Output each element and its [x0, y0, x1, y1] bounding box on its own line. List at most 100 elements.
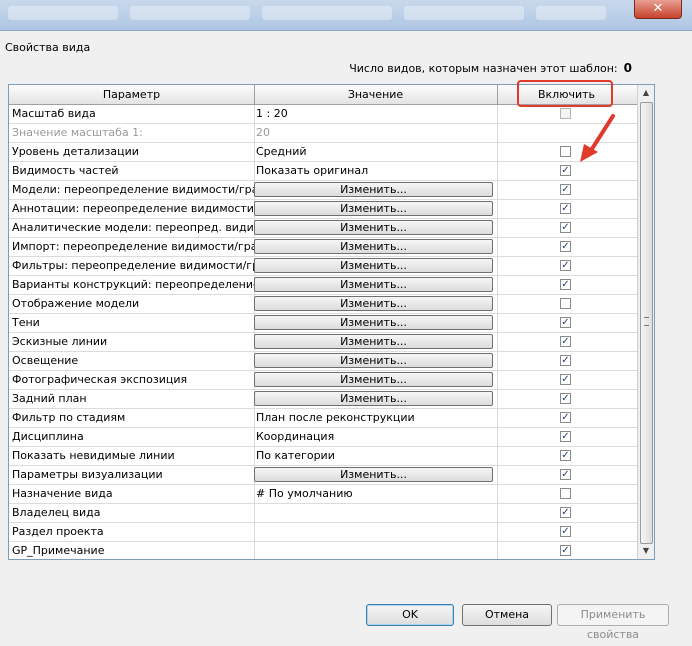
table-row[interactable]: Фильтр по стадиям План после реконструкци… — [9, 409, 637, 428]
include-checkbox[interactable] — [560, 108, 571, 119]
include-checkbox[interactable] — [560, 146, 571, 157]
value-cell[interactable] — [254, 523, 498, 541]
param-name: Эскизные линии — [9, 333, 255, 351]
edit-button[interactable]: Изменить... — [254, 296, 493, 311]
table-row[interactable]: Фильтры: переопределение видимости/гра Из… — [9, 257, 637, 276]
include-checkbox[interactable] — [560, 526, 571, 537]
table-row[interactable]: Задний план Изменить... — [9, 390, 637, 409]
include-cell — [498, 181, 637, 199]
include-checkbox[interactable] — [560, 488, 571, 499]
section-label: Свойства вида — [5, 41, 91, 54]
close-button[interactable]: ✕ — [634, 0, 682, 19]
include-checkbox[interactable] — [560, 393, 571, 404]
edit-button[interactable]: Изменить... — [254, 467, 493, 482]
ok-button[interactable]: OK — [366, 604, 454, 626]
param-name: Показать невидимые линии — [9, 447, 255, 465]
blurred-title-tab — [404, 6, 524, 20]
vertical-scrollbar[interactable]: ▲ ▼ — [637, 85, 654, 559]
include-checkbox[interactable] — [560, 298, 571, 309]
include-cell — [498, 466, 637, 484]
value-cell[interactable]: Показать оригинал — [254, 162, 498, 180]
edit-button[interactable]: Изменить... — [254, 391, 493, 406]
table-row[interactable]: Отображение модели Изменить... — [9, 295, 637, 314]
include-cell — [498, 523, 637, 541]
table-row[interactable]: Модели: переопределение видимости/гра Изм… — [9, 181, 637, 200]
param-name: Варианты конструкций: переопределение — [9, 276, 255, 294]
param-name: Аннотации: переопределение видимости/г — [9, 200, 255, 218]
include-cell — [498, 447, 637, 465]
table-row[interactable]: Аналитические модели: переопред. видим Из… — [9, 219, 637, 238]
table-row[interactable]: Параметры визуализации Изменить... — [9, 466, 637, 485]
views-count: Число видов, которым назначен этот шабло… — [349, 61, 632, 75]
include-checkbox[interactable] — [560, 260, 571, 271]
table-row[interactable]: Варианты конструкций: переопределение Изм… — [9, 276, 637, 295]
grip-icon — [644, 317, 649, 326]
annotation-highlight-box — [517, 80, 613, 107]
value-cell[interactable] — [254, 542, 498, 559]
cancel-button[interactable]: Отмена — [462, 604, 552, 626]
edit-button[interactable]: Изменить... — [254, 334, 493, 349]
include-checkbox[interactable] — [560, 241, 571, 252]
table-row[interactable]: Показать невидимые линии По категории — [9, 447, 637, 466]
edit-button[interactable]: Изменить... — [254, 220, 493, 235]
include-checkbox[interactable] — [560, 374, 571, 385]
value-cell[interactable]: Координация — [254, 428, 498, 446]
edit-button[interactable]: Изменить... — [254, 277, 493, 292]
table-row[interactable]: Освещение Изменить... — [9, 352, 637, 371]
edit-button[interactable]: Изменить... — [254, 239, 493, 254]
scroll-up-icon[interactable]: ▲ — [638, 85, 654, 101]
include-cell — [498, 276, 637, 294]
table-row[interactable]: Владелец вида — [9, 504, 637, 523]
table-row[interactable]: Масштаб вида 1 : 20 — [9, 105, 637, 124]
table-row[interactable]: Дисциплина Координация — [9, 428, 637, 447]
include-checkbox[interactable] — [560, 222, 571, 233]
edit-button[interactable]: Изменить... — [254, 258, 493, 273]
value-cell[interactable]: По категории — [254, 447, 498, 465]
param-name: Фильтры: переопределение видимости/гра — [9, 257, 255, 275]
param-name: Аналитические модели: переопред. видим — [9, 219, 255, 237]
table-row[interactable]: Раздел проекта — [9, 523, 637, 542]
include-checkbox[interactable] — [560, 507, 571, 518]
include-cell — [498, 314, 637, 332]
include-checkbox[interactable] — [560, 203, 571, 214]
edit-button[interactable]: Изменить... — [254, 372, 493, 387]
table-row[interactable]: Фотографическая экспозиция Изменить... — [9, 371, 637, 390]
param-name: Освещение — [9, 352, 255, 370]
table-row[interactable]: Значение масштаба 1: 20 — [9, 124, 637, 143]
table-row[interactable]: GP_Примечание — [9, 542, 637, 559]
value-cell[interactable]: # По умолчанию — [254, 485, 498, 503]
table-row[interactable]: Аннотации: переопределение видимости/г Из… — [9, 200, 637, 219]
include-cell — [498, 504, 637, 522]
table-row[interactable]: Уровень детализации Средний — [9, 143, 637, 162]
scroll-down-icon[interactable]: ▼ — [638, 543, 654, 559]
include-checkbox[interactable] — [560, 431, 571, 442]
include-checkbox[interactable] — [560, 165, 571, 176]
include-checkbox[interactable] — [560, 184, 571, 195]
column-header-value[interactable]: Значение — [254, 85, 498, 104]
edit-button[interactable]: Изменить... — [254, 182, 493, 197]
value-cell[interactable]: 1 : 20 — [254, 105, 498, 123]
window-title-bar: ✕ — [0, 0, 692, 31]
table-row[interactable]: Эскизные линии Изменить... — [9, 333, 637, 352]
edit-button[interactable]: Изменить... — [254, 201, 493, 216]
table-row[interactable]: Видимость частей Показать оригинал — [9, 162, 637, 181]
include-checkbox[interactable] — [560, 545, 571, 556]
scroll-thumb[interactable] — [640, 102, 653, 544]
include-checkbox[interactable] — [560, 412, 571, 423]
value-cell[interactable] — [254, 504, 498, 522]
include-checkbox[interactable] — [560, 450, 571, 461]
table-row[interactable]: Тени Изменить... — [9, 314, 637, 333]
edit-button[interactable]: Изменить... — [254, 353, 493, 368]
edit-button[interactable]: Изменить... — [254, 315, 493, 330]
column-header-param[interactable]: Параметр — [9, 85, 255, 104]
include-checkbox[interactable] — [560, 336, 571, 347]
table-row[interactable]: Назначение вида # По умолчанию — [9, 485, 637, 504]
table-row[interactable]: Импорт: переопределение видимости/гра Изм… — [9, 238, 637, 257]
include-checkbox[interactable] — [560, 317, 571, 328]
include-checkbox[interactable] — [560, 355, 571, 366]
include-checkbox[interactable] — [560, 469, 571, 480]
param-name: Параметры визуализации — [9, 466, 255, 484]
value-cell[interactable]: Средний — [254, 143, 498, 161]
value-cell[interactable]: План после реконструкции — [254, 409, 498, 427]
include-checkbox[interactable] — [560, 279, 571, 290]
